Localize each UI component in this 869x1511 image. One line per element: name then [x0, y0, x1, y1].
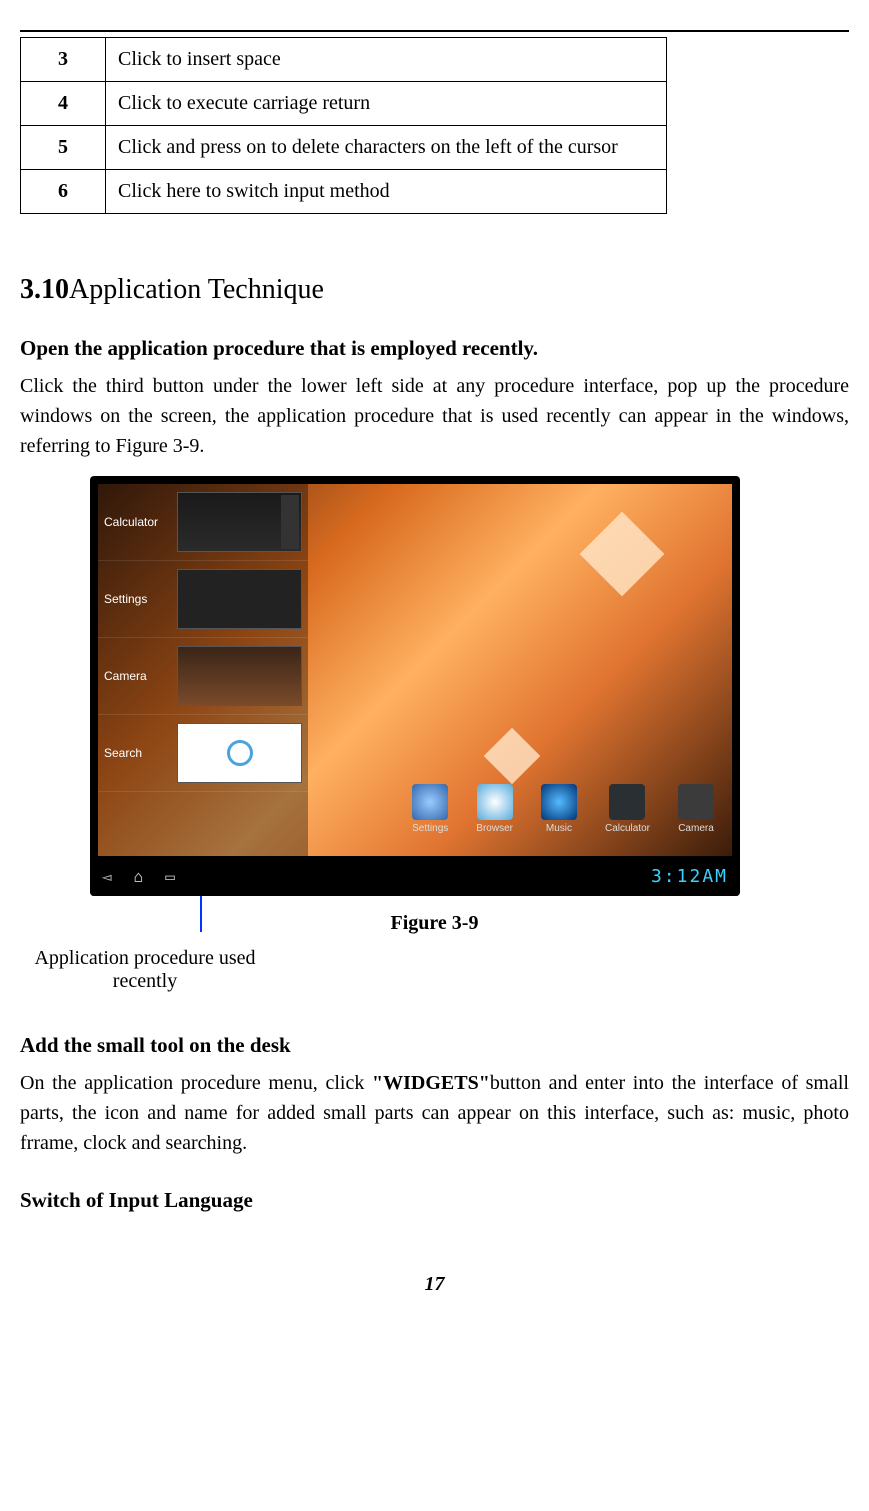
- row-number: 3: [21, 38, 106, 82]
- section-number: 3.10: [20, 274, 69, 305]
- recent-item-calculator[interactable]: Calculator: [98, 484, 308, 561]
- callout-line: [200, 896, 202, 932]
- clock: 3:12AM: [651, 866, 728, 887]
- status-bar: ◅ ⌂ ▭ 3:12AM: [90, 856, 740, 896]
- recent-label: Camera: [104, 669, 169, 683]
- page-number: 17: [20, 1273, 849, 1296]
- table-row: 4 Click to execute carriage return: [21, 82, 667, 126]
- recent-item-camera[interactable]: Camera: [98, 638, 308, 715]
- paragraph-add-tool: On the application procedure menu, click…: [20, 1068, 849, 1158]
- row-number: 4: [21, 82, 106, 126]
- camera-icon: [678, 784, 714, 820]
- tablet-screenshot: Calculator Settings Camera Search Settin…: [90, 476, 740, 896]
- row-desc: Click here to switch input method: [106, 170, 667, 214]
- dock-settings[interactable]: Settings: [412, 784, 448, 834]
- back-icon[interactable]: ◅: [102, 867, 112, 886]
- para-bold: "WIDGETS": [372, 1072, 490, 1094]
- recent-label: Calculator: [104, 515, 169, 529]
- section-heading: 3.10Application Technique: [20, 274, 849, 306]
- dock-label: Settings: [412, 823, 448, 834]
- dock-label: Browser: [476, 823, 513, 834]
- dock-camera[interactable]: Camera: [678, 784, 714, 834]
- paragraph-open-recent: Click the third button under the lower l…: [20, 371, 849, 461]
- calculator-icon: [609, 784, 645, 820]
- table-row: 3 Click to insert space: [21, 38, 667, 82]
- table-row: 6 Click here to switch input method: [21, 170, 667, 214]
- row-desc: Click and press on to delete characters …: [106, 126, 667, 170]
- header-rule: [20, 30, 849, 32]
- browser-icon: [477, 784, 513, 820]
- subheading-add-tool: Add the small tool on the desk: [20, 1033, 849, 1058]
- settings-icon: [412, 784, 448, 820]
- instruction-table: 3 Click to insert space 4 Click to execu…: [20, 37, 667, 214]
- recent-item-settings[interactable]: Settings: [98, 561, 308, 638]
- settings-thumb: [177, 569, 302, 629]
- dock-label: Calculator: [605, 823, 650, 834]
- home-icon[interactable]: ⌂: [134, 867, 144, 886]
- row-desc: Click to insert space: [106, 38, 667, 82]
- subheading-switch-lang: Switch of Input Language: [20, 1188, 849, 1213]
- figure-3-9: Calculator Settings Camera Search Settin…: [90, 476, 740, 932]
- section-title: Application Technique: [69, 274, 324, 305]
- para-pre: On the application procedure menu, click: [20, 1072, 372, 1094]
- nav-buttons: ◅ ⌂ ▭: [102, 867, 175, 886]
- dock-music[interactable]: Music: [541, 784, 577, 834]
- dock-label: Camera: [678, 823, 714, 834]
- recent-icon[interactable]: ▭: [165, 867, 175, 886]
- dock-label: Music: [546, 823, 572, 834]
- calculator-thumb: [177, 492, 302, 552]
- recent-label: Settings: [104, 592, 169, 606]
- row-desc: Click to execute carriage return: [106, 82, 667, 126]
- table-row: 5 Click and press on to delete character…: [21, 126, 667, 170]
- dock-calculator[interactable]: Calculator: [605, 784, 650, 834]
- row-number: 6: [21, 170, 106, 214]
- dock: Settings Browser Music Calculator Camera: [98, 774, 732, 844]
- camera-thumb: [177, 646, 302, 706]
- music-icon: [541, 784, 577, 820]
- recent-label: Search: [104, 746, 169, 760]
- callout-text: Application procedure used recently: [20, 947, 270, 993]
- subheading-open-recent: Open the application procedure that is e…: [20, 336, 849, 361]
- dock-browser[interactable]: Browser: [476, 784, 513, 834]
- row-number: 5: [21, 126, 106, 170]
